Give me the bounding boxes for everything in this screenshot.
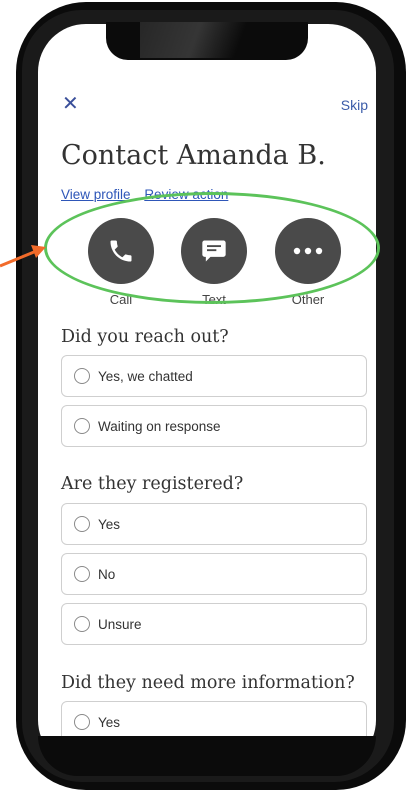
view-profile-link[interactable]: View profile xyxy=(61,187,131,202)
highlight-ring xyxy=(44,192,380,304)
question-reach-out: Did you reach out? xyxy=(61,327,229,347)
option-label: Unsure xyxy=(98,616,142,632)
option-label: Yes xyxy=(98,516,121,532)
option-registered-unsure[interactable]: Unsure xyxy=(61,603,367,645)
option-label: No xyxy=(98,566,116,582)
option-label: Yes xyxy=(98,714,121,730)
option-label: Waiting on response xyxy=(98,418,221,434)
option-registered-yes[interactable]: Yes xyxy=(61,503,367,545)
radio-icon[interactable] xyxy=(74,418,90,434)
notch-glare xyxy=(140,22,280,58)
radio-icon[interactable] xyxy=(74,714,90,730)
radio-icon[interactable] xyxy=(74,368,90,384)
close-icon[interactable]: ✕ xyxy=(62,94,79,114)
pointer-arrow-icon xyxy=(0,245,46,268)
radio-icon[interactable] xyxy=(74,566,90,582)
radio-icon[interactable] xyxy=(74,516,90,532)
option-label: Yes, we chatted xyxy=(98,368,193,384)
option-registered-no[interactable]: No xyxy=(61,553,367,595)
option-yes-chatted[interactable]: Yes, we chatted xyxy=(61,355,367,397)
radio-icon[interactable] xyxy=(74,616,90,632)
question-more-info: Did they need more information? xyxy=(61,673,355,693)
phone-bottom-bezel xyxy=(38,736,376,776)
question-registered: Are they registered? xyxy=(61,474,244,494)
skip-button[interactable]: Skip xyxy=(341,97,368,113)
page-title: Contact Amanda B. xyxy=(61,140,326,171)
option-waiting-response[interactable]: Waiting on response xyxy=(61,405,367,447)
